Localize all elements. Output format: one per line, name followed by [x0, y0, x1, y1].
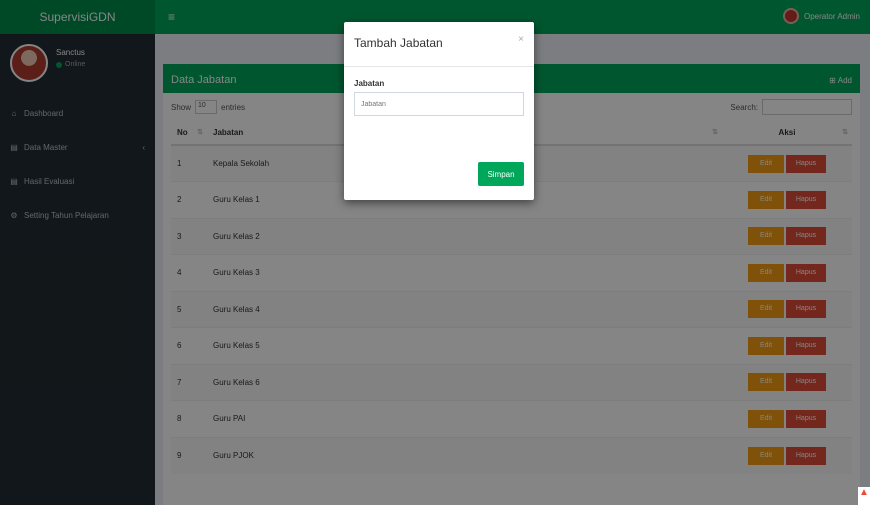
modal-title: Tambah Jabatan [354, 36, 443, 50]
warning-icon: ▲ [858, 487, 870, 505]
simpan-button[interactable]: Simpan [478, 162, 524, 186]
tambah-jabatan-modal: Tambah Jabatan × Jabatan Simpan [344, 22, 534, 200]
jabatan-input[interactable] [354, 92, 524, 116]
close-icon[interactable]: × [518, 34, 524, 45]
modal-header: Tambah Jabatan × [344, 22, 534, 67]
modal-body: Jabatan [344, 67, 534, 128]
jabatan-label: Jabatan [354, 79, 385, 88]
